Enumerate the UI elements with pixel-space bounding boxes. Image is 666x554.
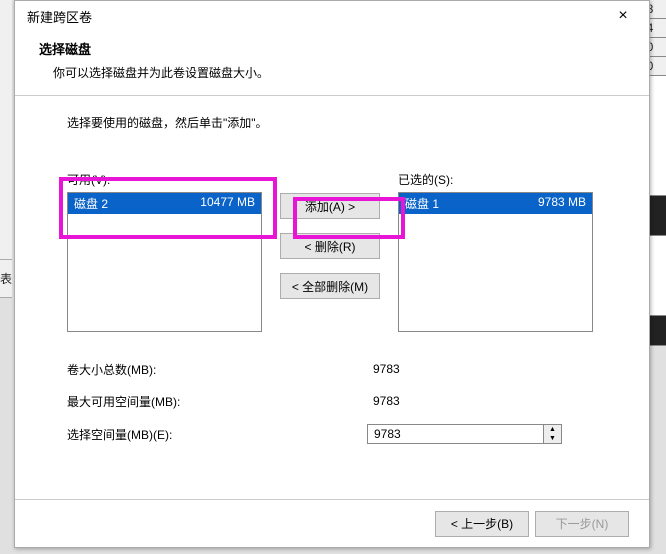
- background-left-column: 表: [0, 0, 12, 554]
- header-subtitle: 你可以选择磁盘并为此卷设置磁盘大小。: [39, 64, 625, 81]
- disk-name: 磁盘 1: [405, 195, 439, 212]
- back-button[interactable]: < 上一步(B): [435, 511, 529, 537]
- close-icon: ×: [618, 7, 627, 25]
- list-item[interactable]: 磁盘 2 10477 MB: [68, 193, 261, 214]
- selected-listbox[interactable]: 磁盘 1 9783 MB: [398, 192, 593, 332]
- selected-label: 已选的(S):: [398, 171, 593, 188]
- total-size-label: 卷大小总数(MB):: [67, 361, 367, 378]
- new-spanned-volume-dialog: 新建跨区卷 × 选择磁盘 你可以选择磁盘并为此卷设置磁盘大小。 选择要使用的磁盘…: [14, 0, 650, 548]
- dialog-footer: < 上一步(B) 下一步(N): [15, 499, 649, 547]
- remove-button[interactable]: < 删除(R): [280, 233, 380, 259]
- titlebar: 新建跨区卷 ×: [15, 1, 649, 31]
- spinner-up-button[interactable]: ▲: [544, 425, 561, 434]
- remove-all-button[interactable]: < 全部删除(M): [280, 273, 380, 299]
- available-listbox[interactable]: 磁盘 2 10477 MB: [67, 192, 262, 332]
- available-label: 可用(V):: [67, 171, 262, 188]
- max-space-label: 最大可用空间量(MB):: [67, 393, 367, 410]
- list-item[interactable]: 磁盘 1 9783 MB: [399, 193, 592, 214]
- total-size-value: 9783: [367, 360, 562, 378]
- select-space-label: 选择空间量(MB)(E):: [67, 426, 367, 443]
- header-block: 选择磁盘 你可以选择磁盘并为此卷设置磁盘大小。: [15, 31, 649, 96]
- spinner-down-button[interactable]: ▼: [544, 434, 561, 443]
- select-space-spinner[interactable]: ▲ ▼: [367, 424, 562, 444]
- header-title: 选择磁盘: [39, 39, 625, 58]
- dialog-title: 新建跨区卷: [27, 7, 92, 26]
- close-button[interactable]: ×: [603, 2, 643, 30]
- disk-size: 10477 MB: [200, 195, 255, 212]
- max-space-value: 9783: [367, 392, 562, 410]
- select-space-input[interactable]: [368, 425, 543, 443]
- add-button[interactable]: 添加(A) >: [280, 193, 380, 219]
- disk-size: 9783 MB: [538, 195, 586, 212]
- next-button: 下一步(N): [535, 511, 629, 537]
- instruction-text: 选择要使用的磁盘，然后单击"添加"。: [67, 114, 609, 131]
- disk-name: 磁盘 2: [74, 195, 108, 212]
